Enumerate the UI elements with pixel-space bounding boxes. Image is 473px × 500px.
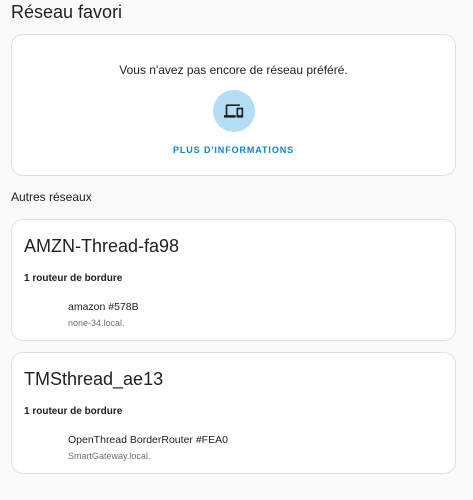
empty-favorite-message: Vous n'avez pas encore de réseau préféré… (119, 63, 348, 77)
border-router-name[interactable]: OpenThread BorderRouter #FEA0 (68, 434, 228, 446)
border-router-host: SmartGateway.local. (68, 451, 151, 461)
border-router-name[interactable]: amazon #578B (68, 301, 139, 313)
network-card: TMSthread_ae13 1 routeur de bordure Open… (11, 352, 456, 474)
other-networks-title: Autres réseaux (11, 190, 92, 204)
border-router-count: 1 routeur de bordure (24, 406, 123, 417)
network-name: AMZN-Thread-fa98 (24, 236, 180, 256)
network-card: AMZN-Thread-fa98 1 routeur de bordure am… (11, 219, 456, 341)
more-info-button[interactable]: PLUS D'INFORMATIONS (12, 145, 455, 155)
favorite-network-card: Vous n'avez pas encore de réseau préféré… (11, 34, 456, 176)
devices-icon (213, 90, 255, 132)
page-title: Réseau favori (11, 2, 123, 22)
border-router-count: 1 routeur de bordure (24, 273, 123, 284)
border-router-host: none-34.local. (68, 318, 125, 328)
network-name: TMSthread_ae13 (24, 369, 164, 389)
